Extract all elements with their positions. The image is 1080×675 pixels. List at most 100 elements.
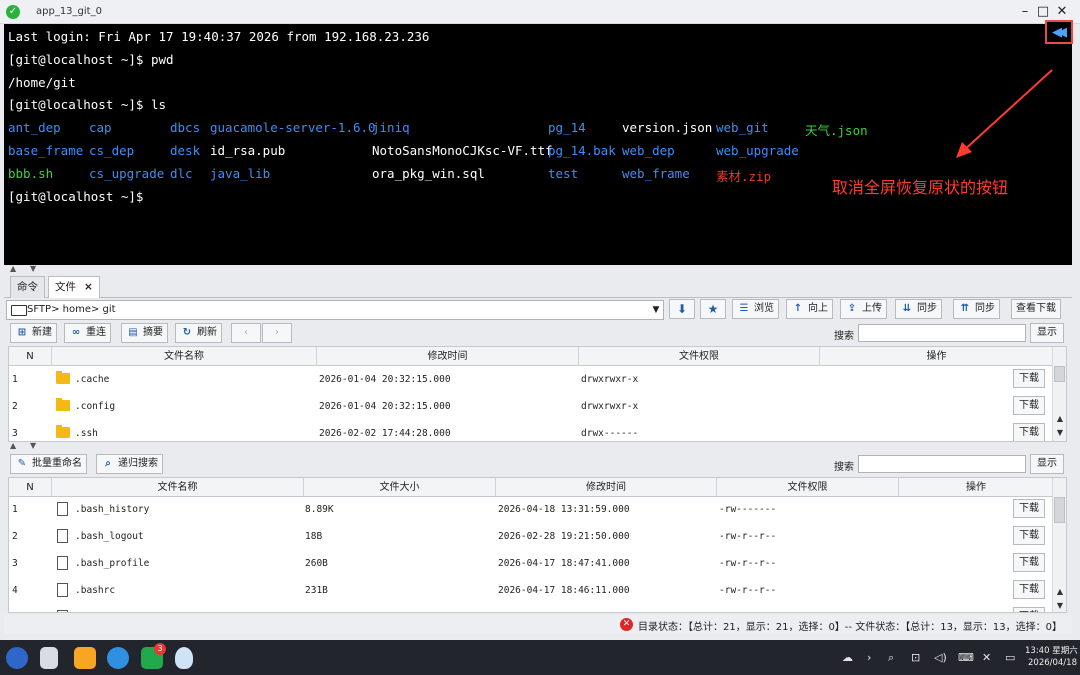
sync-down-button[interactable]: ⇊ 同步 [895,299,942,319]
clock-date[interactable]: 2026/04/18 [1028,658,1077,668]
restore-fullscreen-button[interactable]: ◀◀ [1045,20,1073,44]
message-icon[interactable]: ▭ [1005,651,1015,664]
browse-label: 浏览 [754,303,774,314]
download-button[interactable]: 下载 [1013,423,1045,441]
file-search-input[interactable] [858,455,1026,473]
tab-label: 文件 [55,281,76,293]
column-header[interactable]: 修改时间 [496,478,717,497]
scroll-down-icon[interactable]: ▼ [1053,600,1066,612]
back-button[interactable]: ‹ [231,323,261,343]
clock-time[interactable]: 13:40 星期六 [1025,644,1078,656]
tab-label: 命令 [17,281,38,293]
download-icon[interactable]: ⬇ [669,299,695,319]
path-text: SFTP> home> git [27,304,116,315]
table-row[interactable]: 1 .cache 2026-01-04 20:32:15.000 drwxrwx… [9,366,1054,393]
table-row[interactable]: 4 .bashrc 231B 2026-04-17 18:46:11.000 -… [9,577,1054,604]
sync-up-button[interactable]: ⇈ 同步 [953,299,1000,319]
column-header[interactable]: N [9,347,52,366]
table-row[interactable]: 2 .bash_logout 18B 2026-02-28 19:21:50.0… [9,523,1054,550]
upload-button[interactable]: ⇪ 上传 [840,299,887,319]
directory-scrollbar[interactable]: ▲ ▼ [1052,347,1066,441]
keyboard-icon[interactable]: ⌨ [958,651,974,664]
path-input[interactable]: SFTP> home> git [6,300,664,320]
column-header[interactable]: N [9,478,52,497]
terminal-prompt: [git@localhost ~]$ [8,189,144,204]
reconnect-button[interactable]: ∞ 重连 [64,323,111,343]
path-dropdown-icon[interactable]: ▼ [648,300,664,320]
search-icon[interactable]: ⌕ [888,651,894,665]
summary-button[interactable]: ▤ 摘要 [121,323,168,343]
column-header[interactable]: 文件权限 [579,347,820,366]
table-row[interactable]: 5 .gitconfig 84B 2026-04-17 18:41:22.000… [9,604,1054,612]
file-manager-icon[interactable] [74,647,96,669]
start-menu-icon[interactable] [6,647,28,669]
scroll-up-icon[interactable]: ▲ [1053,586,1066,598]
scroll-down-icon[interactable]: ▼ [1053,427,1066,439]
volume-icon[interactable]: ◁) [934,651,947,664]
table-row[interactable]: 1 .bash_history 8.89K 2026-04-18 13:31:5… [9,496,1054,523]
file-name: .bash_history [75,504,150,515]
column-header[interactable]: 文件大小 [304,478,496,497]
browser-icon[interactable] [107,647,129,669]
download-button[interactable]: 下载 [1013,526,1045,545]
browse-button[interactable]: ☰ 浏览 [732,299,779,319]
dir-show-button[interactable]: 显示 [1030,323,1064,343]
table-row[interactable]: 2 .config 2026-01-04 20:32:15.000 drwxrw… [9,393,1054,420]
close-button[interactable]: ✕ [1053,3,1071,21]
star-icon[interactable]: ★ [700,299,726,319]
splitter[interactable]: ▲ ▼ [4,441,1072,452]
scroll-thumb[interactable] [1054,497,1065,523]
table-row[interactable]: 3 .bash_profile 260B 2026-04-17 18:47:41… [9,550,1054,577]
minimize-button[interactable]: – [1016,3,1034,21]
tab-file[interactable]: 文件 × [48,276,100,298]
batch-rename-button[interactable]: ✎ 批量重命名 [10,454,87,474]
voice-assistant-icon[interactable] [175,647,193,669]
multitask-icon[interactable] [40,647,58,669]
download-button[interactable]: 下载 [1013,553,1045,572]
refresh-button[interactable]: ↻ 刷新 [175,323,222,343]
file-show-button[interactable]: 显示 [1030,454,1064,474]
column-header[interactable]: 文件权限 [717,478,899,497]
collapse-up-icon[interactable]: ▲ [10,264,16,273]
recursive-search-label: 递归搜索 [118,458,158,469]
chevron-right-icon[interactable]: › [867,651,871,664]
search-icon: ⌕ [105,458,111,469]
collapse-up-icon[interactable]: ▲ [10,441,16,450]
file-scrollbar[interactable]: ▲ ▼ [1052,478,1066,612]
cloud-icon[interactable]: ☁ [842,651,853,664]
modified-time: 2026-02-02 17:44:28.000 [319,428,451,439]
file-name: .cache [75,374,110,385]
tab-command[interactable]: 命令 [10,276,45,298]
download-button[interactable]: 下载 [1013,396,1045,415]
download-button[interactable]: 下载 [1013,607,1045,612]
column-header[interactable]: 操作 [820,347,1054,366]
ls-item: 素材.zip [716,169,772,184]
scroll-thumb[interactable] [1054,366,1065,382]
row-number: 5 [12,604,18,612]
download-button[interactable]: 下载 [1013,580,1045,599]
download-button[interactable]: 下载 [1013,499,1045,518]
bluetooth-icon[interactable]: ✕ [982,651,991,664]
file-icon [57,529,68,543]
scroll-up-icon[interactable]: ▲ [1053,413,1066,425]
column-header[interactable]: 文件名称 [52,478,304,497]
table-row[interactable]: 3 .ssh 2026-02-02 17:44:28.000 drwx-----… [9,420,1054,441]
column-header[interactable]: 操作 [899,478,1054,497]
terminal[interactable]: Last login: Fri Apr 17 19:40:37 2026 fro… [4,24,1072,265]
collapse-down-icon[interactable]: ▼ [30,441,36,450]
collapse-down-icon[interactable]: ▼ [30,264,36,273]
view-download-button[interactable]: 查看下载 [1011,299,1061,319]
modified-time: 2026-04-17 18:41:22.000 [498,604,630,612]
maximize-button[interactable]: □ [1034,3,1052,21]
permissions: -rw-r--r-- [719,604,776,612]
dir-search-input[interactable] [858,324,1026,342]
close-tab-icon[interactable]: × [84,281,93,293]
up-button[interactable]: ↑ 向上 [786,299,833,319]
recursive-search-button[interactable]: ⌕ 递归搜索 [96,454,163,474]
new-button[interactable]: ⊞ 新建 [10,323,57,343]
screen-icon[interactable]: ⊡ [911,651,920,664]
forward-button[interactable]: › [262,323,292,343]
column-header[interactable]: 修改时间 [317,347,579,366]
column-header[interactable]: 文件名称 [52,347,317,366]
download-button[interactable]: 下载 [1013,369,1045,388]
